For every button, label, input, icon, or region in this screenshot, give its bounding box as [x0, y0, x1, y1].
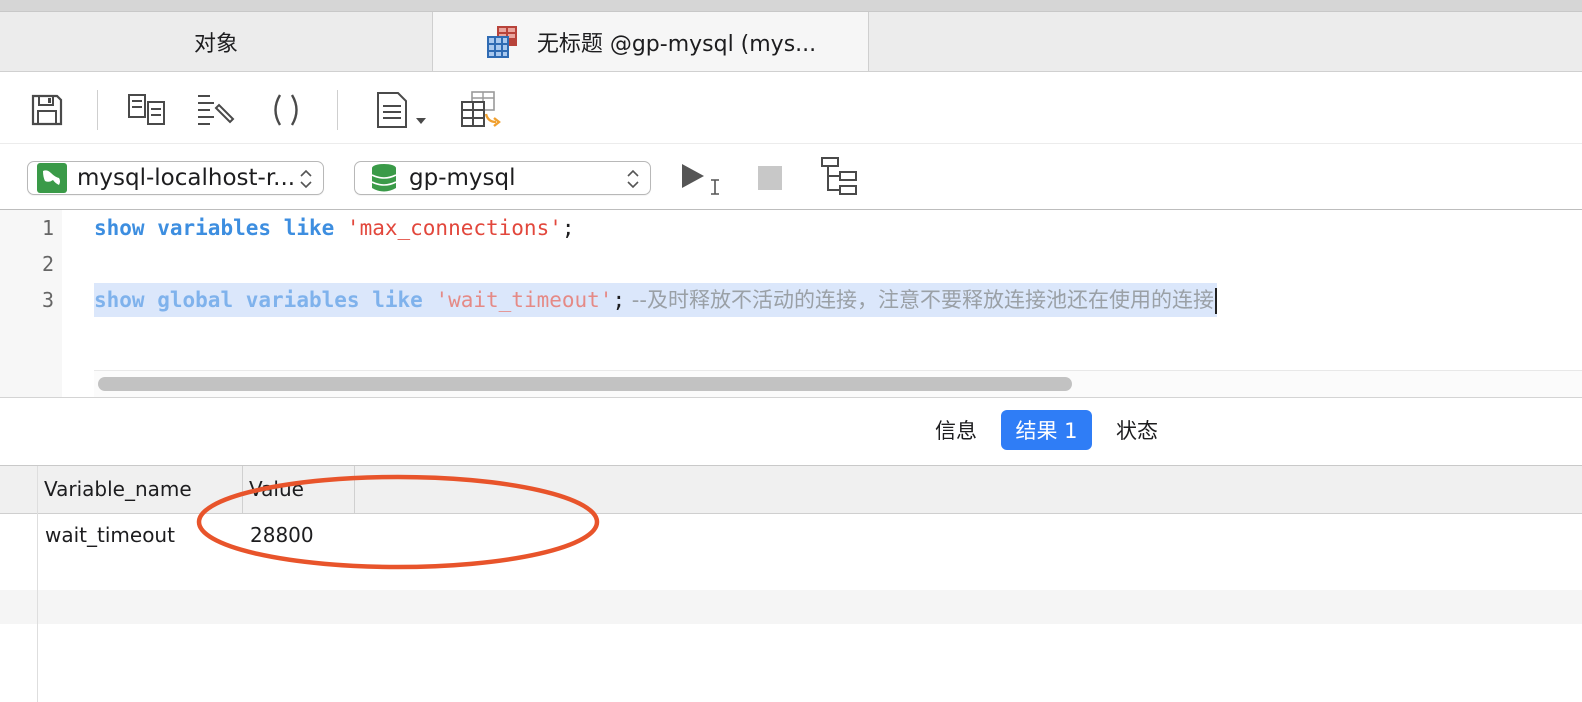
tab-objects-label: 对象: [193, 31, 238, 57]
chevron-updown-icon: [300, 169, 312, 189]
statement-terminator: ;: [561, 216, 575, 240]
snippet-button[interactable]: [374, 90, 430, 130]
database-icon: [371, 164, 397, 192]
parentheses-icon: [274, 94, 298, 126]
string-literal: 'max_connections': [346, 216, 562, 240]
result-tabs: 信息 结果 1 状态: [0, 398, 1582, 466]
horizontal-scrollbar-thumb[interactable]: [98, 377, 1072, 391]
editor-toolbar: [0, 72, 1582, 144]
database-select[interactable]: gp-mysql: [354, 161, 651, 195]
tab-bar: 对象 无标题 @gp-mysql (mys...: [0, 12, 1582, 72]
text-caret: [1214, 288, 1217, 314]
table-row-empty: [0, 590, 1582, 624]
line-number-gutter: 1 2 3: [0, 210, 62, 397]
row-number-column-divider: [37, 466, 38, 702]
connection-select[interactable]: mysql-localhost-r...: [27, 161, 324, 195]
annotation-ellipse: [196, 474, 600, 570]
line-number: 3: [41, 288, 54, 312]
statement-terminator: ;: [612, 288, 626, 312]
query-builder-button[interactable]: [127, 90, 167, 130]
tab-query-label: 无标题 @gp-mysql (mys...: [536, 31, 817, 57]
code-line-1: show variables like 'max_connections';: [94, 211, 575, 245]
tab-objects[interactable]: 对象: [0, 12, 433, 71]
horizontal-scrollbar[interactable]: [94, 370, 1582, 397]
query-builder-icon: [128, 94, 165, 125]
run-icon: [682, 164, 719, 195]
toolbar-separator: [337, 90, 338, 130]
keyword: show: [94, 216, 145, 240]
chevron-updown-icon: [627, 169, 639, 189]
line-number: 1: [41, 216, 54, 240]
explain-button[interactable]: [820, 156, 860, 196]
keyword: variables: [157, 216, 272, 240]
keyword: show: [94, 288, 145, 312]
save-icon: [31, 94, 63, 126]
string-literal: 'wait_timeout': [435, 288, 613, 312]
database-select-label: gp-mysql: [409, 165, 516, 191]
stop-icon: [758, 166, 782, 190]
tab-status[interactable]: 状态: [1104, 410, 1170, 450]
sql-editor[interactable]: 1 2 3 show variables like 'max_connectio…: [0, 210, 1582, 398]
query-table-icon: [486, 25, 517, 58]
sql-comment: --及时释放不活动的连接，注意不要释放连接池还在使用的连接: [625, 288, 1214, 312]
tab-status-label: 状态: [1116, 419, 1158, 443]
connection-bar: mysql-localhost-r... gp-mysql: [0, 144, 1582, 210]
mysql-connection-icon: [37, 163, 67, 193]
explain-icon: [821, 157, 857, 195]
tab-info[interactable]: 信息: [922, 410, 990, 450]
save-button[interactable]: [27, 90, 67, 130]
table-export-button[interactable]: [460, 90, 504, 130]
toolbar-separator: [97, 90, 98, 130]
tab-query[interactable]: 无标题 @gp-mysql (mys...: [433, 12, 869, 71]
snippet-icon: [377, 92, 426, 128]
tab-info-label: 信息: [935, 419, 977, 443]
keyword: global: [157, 288, 234, 312]
keyword: like: [372, 288, 423, 312]
table-export-icon: [461, 91, 501, 127]
parentheses-button[interactable]: [266, 90, 306, 130]
window-top-strip: [0, 0, 1582, 12]
beautify-sql-icon: [198, 95, 235, 125]
tab-result-1-label: 结果 1: [1015, 419, 1078, 443]
connection-select-label: mysql-localhost-r...: [77, 165, 296, 191]
run-button[interactable]: [678, 158, 724, 198]
stop-button[interactable]: [750, 158, 790, 198]
tab-result-1[interactable]: 结果 1: [1001, 410, 1092, 450]
code-line-3-selected: show global variables like 'wait_timeout…: [94, 283, 1217, 317]
beautify-sql-button[interactable]: [196, 90, 236, 130]
keyword: variables: [245, 288, 360, 312]
line-number: 2: [41, 252, 54, 276]
keyword: like: [283, 216, 335, 240]
